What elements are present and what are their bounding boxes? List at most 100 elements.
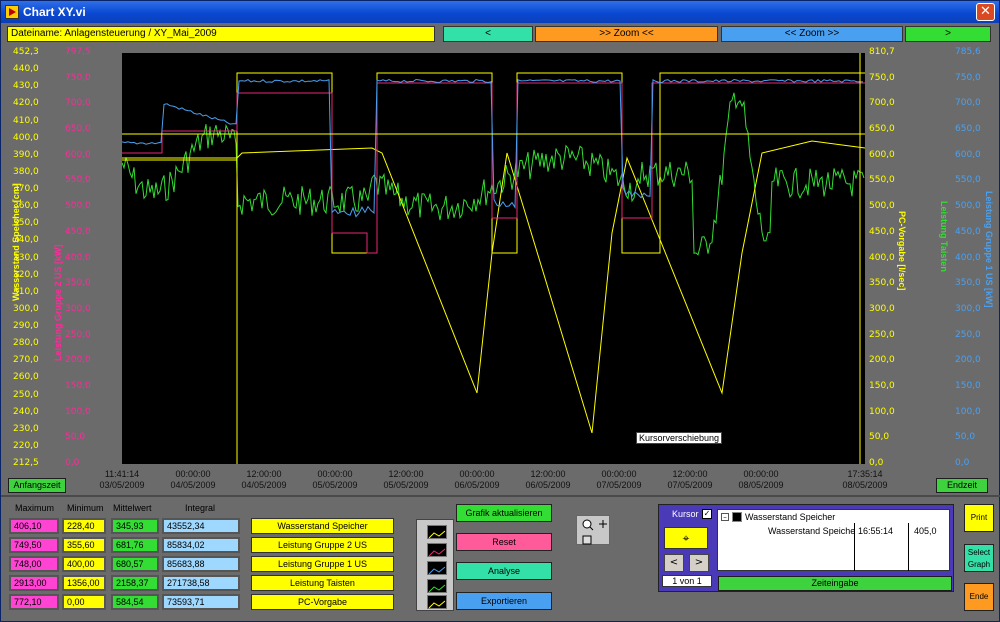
axis-tick-label: 600,0 [65,149,91,160]
axis-tick-label: 600,0 [955,149,981,160]
stat-mittelwert: 584,54 [111,594,159,610]
stat-mittelwert: 2158,37 [111,575,159,591]
next-button[interactable]: > [905,26,991,42]
axis-tick-label: 100,0 [955,406,981,417]
x-tick-time: 00:00:00 [459,469,495,479]
series-select-button[interactable]: Leistung Taisten [251,575,394,591]
axis-tick-label: 797,5 [65,47,91,57]
chart-plot-area[interactable] [122,53,865,464]
labview-app-icon [5,5,19,19]
legend-swatch-magenta[interactable] [427,543,447,557]
cursor-list[interactable]: – Wasserstand Speicher Wasserstand Speic… [717,509,950,571]
endzeit-button[interactable]: Endzeit [936,478,988,493]
legend-swatch-yellow-2[interactable] [427,595,447,609]
axis-title-leistung-gruppe2: Leistung Gruppe 2 US [kW] [53,244,63,361]
cursor-prev-button[interactable]: < [664,554,684,572]
tree-root-label: Wasserstand Speicher [745,512,836,522]
axis-tick-label: 0,0 [869,458,884,468]
zoom-out-button[interactable]: << Zoom >> [721,26,903,42]
cursor-next-button[interactable]: > [689,554,709,572]
zeiteingabe-button[interactable]: Zeiteingabe [718,576,952,591]
axis-tick-label: 500,0 [65,201,91,212]
zoom-tool-icon[interactable] [577,516,611,546]
previous-button[interactable]: < [443,26,533,42]
axis-tick-label: 390,0 [13,149,39,160]
anfangszeit-button[interactable]: Anfangszeit [8,478,66,493]
axis-tick-label: 400,0 [65,252,91,263]
ende-button[interactable]: Ende [964,583,994,611]
x-tick-label: 00:00:00 06/05/2009 [437,469,517,491]
axis-tick-label: 220,0 [13,440,39,451]
axis-tick-label: 50,0 [955,432,976,443]
legend-swatch-blue[interactable] [427,561,447,575]
axis-tick-label: 100,0 [869,406,895,417]
app-window: Chart XY.vi ✕ Dateiname: Anlagensteuerun… [0,0,1000,622]
stat-minimum: 400,00 [62,556,106,572]
axis-tick-label: 350,0 [955,278,981,289]
axis-tick-label: 750,0 [65,72,91,83]
plot-legend-panel[interactable] [416,519,454,611]
stat-minimum: 1356,00 [62,575,106,591]
series-select-button[interactable]: Leistung Gruppe 1 US [251,556,394,572]
axis-tick-label: 150,0 [65,380,91,391]
axis-tick-label: 250,0 [65,329,91,340]
axis-tick-label: 240,0 [13,406,39,417]
axis-title-leistung-taisten: Leistung Taisten [939,201,949,272]
x-tick-label: 00:00:00 05/05/2009 [295,469,375,491]
cursor-counter: 1 von 1 [662,575,712,587]
axis-tick-label: 700,0 [955,98,981,109]
cursor-visible-checkbox[interactable]: ✓ [702,509,712,519]
tree-expand-icon[interactable]: – [721,513,729,521]
x-tick-label: 00:00:00 04/05/2009 [153,469,233,491]
cursor-find-button[interactable]: ⌖ [664,527,708,549]
series-select-button[interactable]: Wasserstand Speicher [251,518,394,534]
graph-palette[interactable] [576,515,610,545]
axis-tick-label: 450,0 [955,226,981,237]
axis-tick-label: 300,0 [955,303,981,314]
axis-tick-label: 452,3 [13,47,39,57]
series-select-button[interactable]: PC-Vorgabe [251,594,394,610]
reset-button[interactable]: Reset [456,533,552,551]
stat-maximum: 406,10 [9,518,59,534]
axis-tick-label: 250,0 [955,329,981,340]
stat-integral: 73593,71 [162,594,240,610]
close-button[interactable]: ✕ [976,3,995,21]
analyse-button[interactable]: Analyse [456,562,552,580]
window-title: Chart XY.vi [23,5,86,19]
x-tick-date: 03/05/2009 [99,480,145,490]
exportieren-button[interactable]: Exportieren [456,592,552,610]
header-integral: Integral [185,503,216,513]
grafik-aktualisieren-button[interactable]: Grafik aktualisieren [456,504,552,522]
stat-integral: 271738,58 [162,575,240,591]
print-button[interactable]: Print [964,504,994,532]
x-tick-label: 17:35:14 08/05/2009 [825,469,905,491]
cursor-row-name: Wasserstand Speiche [768,526,856,536]
cursor-label[interactable]: Kursorverschiebung [636,432,723,444]
axis-tick-label: 810,7 [869,47,895,57]
stat-minimum: 355,60 [62,537,106,553]
legend-swatch-yellow[interactable] [427,525,447,539]
x-tick-label: 00:00:00 08/05/2009 [721,469,801,491]
stat-integral: 43552,34 [162,518,240,534]
select-graph-button[interactable]: Select Graph [964,544,994,572]
stat-mittelwert: 345,93 [111,518,159,534]
series-select-button[interactable]: Leistung Gruppe 2 US [251,537,394,553]
x-tick-date: 05/05/2009 [383,480,429,490]
x-tick-date: 07/05/2009 [596,480,642,490]
axis-tick-label: 420,0 [13,98,39,109]
x-tick-time: 17:35:14 [847,469,883,479]
x-tick-label: 12:00:00 06/05/2009 [508,469,588,491]
x-tick-time: 00:00:00 [743,469,779,479]
zoom-in-button[interactable]: >> Zoom << [535,26,718,42]
legend-swatch-green[interactable] [427,579,447,593]
axis-tick-label: 200,0 [955,355,981,366]
chart-svg[interactable] [122,53,865,464]
axis-tick-label: 150,0 [955,380,981,391]
axis-tick-label: 150,0 [869,380,895,391]
title-bar: Chart XY.vi ✕ [1,1,999,23]
stat-integral: 85683,88 [162,556,240,572]
axis-tick-label: 500,0 [869,201,895,212]
axis-tick-label: 250,0 [13,389,39,400]
axis-tick-label: 430,0 [13,81,39,92]
x-tick-label: 11:41:14 03/05/2009 [82,469,162,491]
